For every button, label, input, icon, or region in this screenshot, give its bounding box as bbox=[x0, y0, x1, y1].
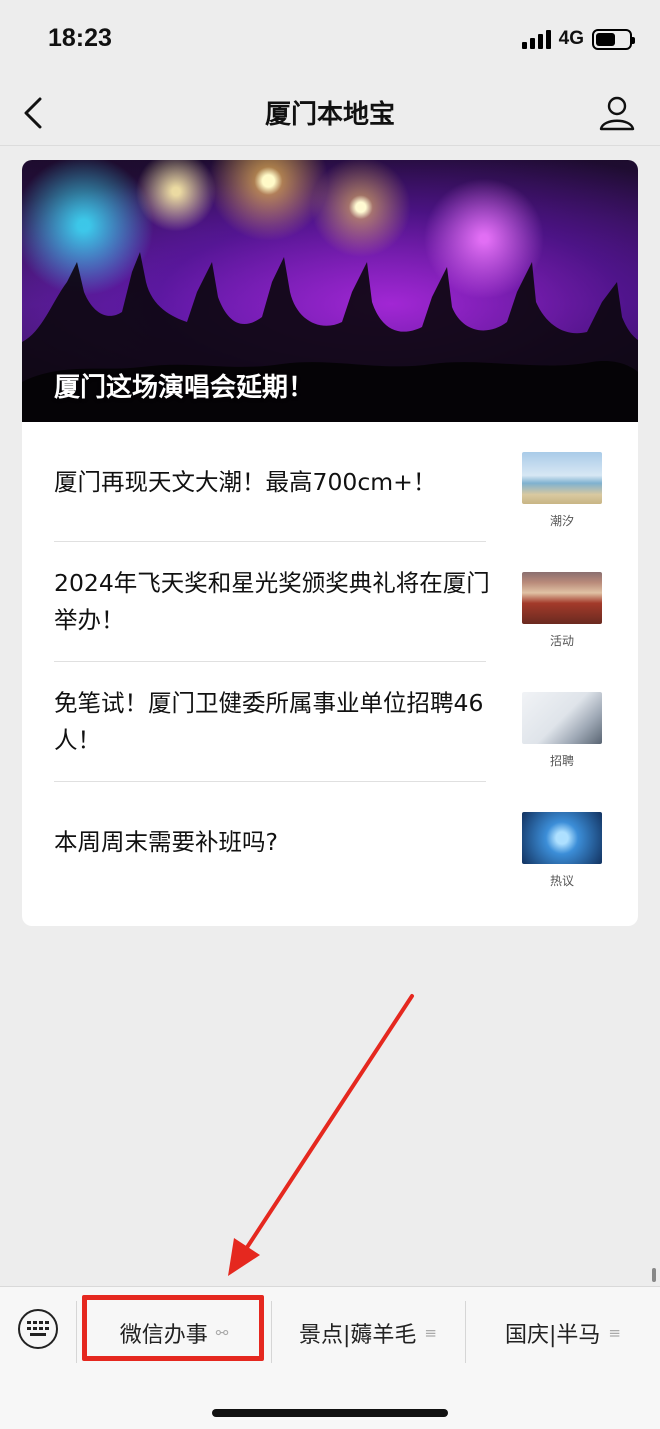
article-title: 厦门再现天文大潮！最高700cm+！ bbox=[54, 467, 437, 496]
home-indicator bbox=[212, 1409, 448, 1417]
event-thumbnail bbox=[522, 572, 602, 624]
article-list: 厦门再现天文大潮！最高700cm+！ 潮汐 2024年飞天奖和星光奖颁奖典礼将在… bbox=[22, 422, 638, 902]
signal-icon bbox=[521, 29, 551, 49]
list-item[interactable]: 2024年飞天奖和星光奖颁奖典礼将在厦门举办！ 活动 bbox=[22, 542, 638, 662]
status-icons: 4G bbox=[521, 28, 635, 50]
keyboard-button[interactable] bbox=[18, 1309, 58, 1349]
menu-item-label: 景点|薅羊毛 bbox=[299, 1323, 417, 1348]
battery-icon bbox=[592, 28, 635, 50]
menu-item-national-day[interactable]: 国庆|半马 ≡ bbox=[466, 1303, 660, 1363]
job-thumbnail bbox=[522, 692, 602, 744]
menu-item-attractions[interactable]: 景点|薅羊毛 ≡ bbox=[272, 1303, 464, 1363]
article-title: 本周周末需要补班吗? bbox=[54, 827, 278, 856]
person-icon bbox=[599, 96, 635, 131]
thumbnail-caption: 潮汐 bbox=[549, 514, 574, 528]
highlight-box bbox=[82, 1295, 264, 1361]
thumbnail-caption: 招聘 bbox=[549, 754, 574, 768]
bottom-menu: 微信办事 ⚯ 景点|薅羊毛 ≡ 国庆|半马 ≡ bbox=[0, 1286, 660, 1429]
scroll-indicator bbox=[652, 1268, 656, 1282]
page-title: 厦门本地宝 bbox=[264, 100, 395, 130]
status-bar: 18:23 4G bbox=[0, 0, 660, 80]
thumbnail-caption: 热议 bbox=[549, 874, 574, 888]
list-item[interactable]: 免笔试！厦门卫健委所属事业单位招聘46人！ 招聘 bbox=[22, 662, 638, 782]
profile-button[interactable] bbox=[598, 94, 636, 132]
keyboard-icon bbox=[27, 1321, 49, 1336]
menu-item-label: 国庆|半马 bbox=[505, 1323, 601, 1348]
article-title: 2024年飞天奖和星光奖颁奖典礼将在厦门举办！ bbox=[54, 569, 490, 634]
thumbnail-caption: 活动 bbox=[549, 634, 574, 648]
network-type: 4G bbox=[558, 28, 584, 49]
tide-thumbnail bbox=[522, 452, 602, 504]
nav-bar: 厦门本地宝 bbox=[0, 80, 660, 146]
menu-separator bbox=[76, 1301, 77, 1363]
article-card: 厦门这场演唱会延期！ 厦门再现天文大潮！最高700cm+！ 潮汐 2024年飞天… bbox=[22, 160, 638, 926]
hero-title: 厦门这场演唱会延期！ bbox=[54, 373, 315, 403]
hero-article[interactable]: 厦门这场演唱会延期！ bbox=[22, 160, 638, 422]
status-time: 18:23 bbox=[48, 24, 112, 52]
list-item[interactable]: 厦门再现天文大潮！最高700cm+！ 潮汐 bbox=[22, 422, 638, 542]
discussion-thumbnail bbox=[522, 812, 602, 864]
list-item[interactable]: 本周周末需要补班吗? 热议 bbox=[22, 782, 638, 902]
article-title: 免笔试！厦门卫健委所属事业单位招聘46人！ bbox=[54, 689, 484, 754]
menu-lines-icon: ≡ bbox=[608, 1324, 621, 1342]
menu-lines-icon: ≡ bbox=[424, 1324, 437, 1342]
